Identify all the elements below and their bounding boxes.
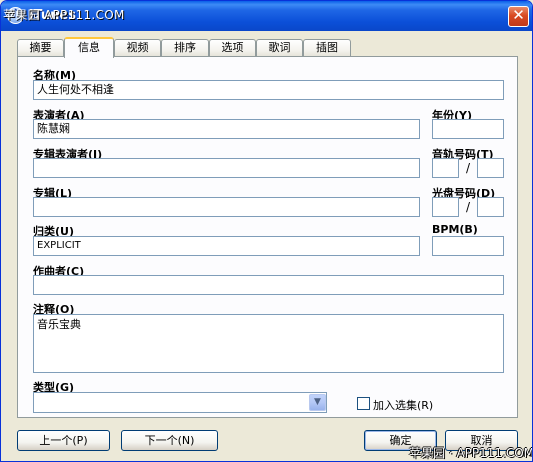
compilation-checkbox[interactable] bbox=[357, 397, 370, 410]
composer-field[interactable] bbox=[33, 275, 504, 295]
comments-field[interactable]: 音乐宝典 bbox=[33, 314, 504, 373]
grouping-field[interactable]: EXPLICIT bbox=[33, 236, 420, 256]
year-field[interactable] bbox=[432, 119, 504, 139]
bpm-label: BPM(B) bbox=[432, 223, 478, 236]
form-layer: 名称(M) 人生何处不相逢 表演者(A) 陈慧娴 年份(Y) 专辑表演者(I) … bbox=[1, 1, 533, 461]
album-artist-field[interactable] bbox=[33, 158, 420, 178]
track-number-field[interactable] bbox=[432, 158, 459, 178]
compilation-label[interactable]: 加入选集(R) bbox=[373, 397, 433, 413]
disc-total-field[interactable] bbox=[477, 197, 504, 217]
watermark-bottom: 苹果园 · APP111.COM bbox=[409, 446, 533, 460]
track-total-field[interactable] bbox=[477, 158, 504, 178]
disc-number-field[interactable] bbox=[432, 197, 459, 217]
next-button[interactable]: 下一个(N) bbox=[121, 430, 218, 451]
name-field[interactable]: 人生何处不相逢 bbox=[33, 80, 504, 100]
disc-separator: / bbox=[466, 200, 471, 214]
previous-button[interactable]: 上一个(P) bbox=[17, 430, 110, 451]
artist-field[interactable]: 陈慧娴 bbox=[33, 119, 420, 139]
track-separator: / bbox=[466, 161, 471, 175]
album-field[interactable] bbox=[33, 197, 420, 217]
genre-select[interactable] bbox=[33, 392, 327, 413]
itunes-info-dialog: iTunes 苹果园 APP111.COM ✕ 摘要 信息 视频 排序 选项 歌… bbox=[0, 0, 533, 462]
bpm-field[interactable] bbox=[432, 236, 504, 256]
chevron-down-icon[interactable]: ▼ bbox=[309, 394, 326, 411]
